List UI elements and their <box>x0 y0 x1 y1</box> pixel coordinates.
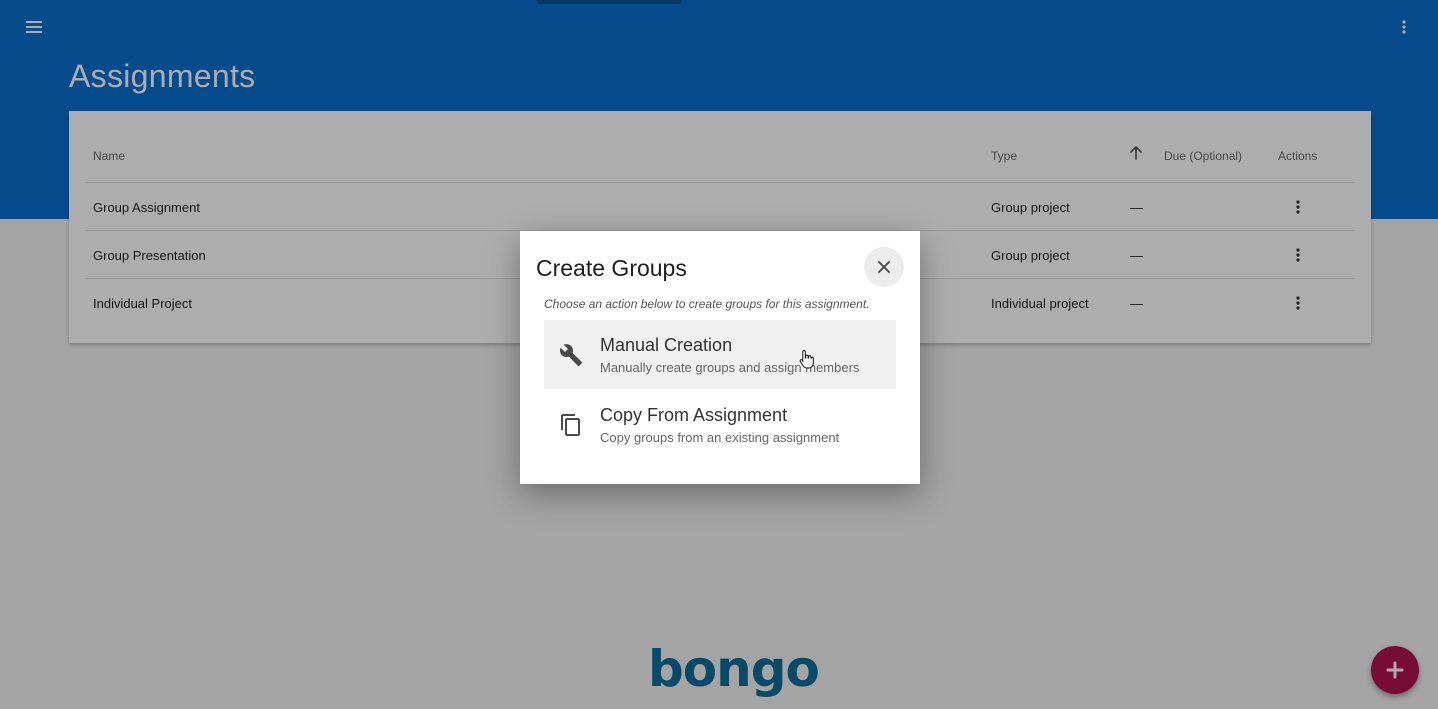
hand-cursor-icon <box>799 349 814 369</box>
manual-creation-option[interactable]: Manual Creation Manually create groups a… <box>544 320 896 389</box>
close-button[interactable] <box>864 247 904 287</box>
wrench-icon <box>558 342 584 368</box>
top-tab-indicator <box>536 0 682 4</box>
dialog-subtitle: Choose an action below to create groups … <box>544 297 870 311</box>
copy-icon <box>558 412 584 438</box>
option-description: Manually create groups and assign member… <box>600 360 860 375</box>
copy-from-assignment-option[interactable]: Copy From Assignment Copy groups from an… <box>544 390 896 459</box>
dialog-title: Create Groups <box>536 255 687 281</box>
page: Assignments Name Type Due (Optional) Act… <box>0 0 1438 709</box>
option-description: Copy groups from an existing assignment <box>600 430 840 445</box>
close-icon <box>878 261 890 273</box>
option-title: Manual Creation <box>600 335 733 355</box>
option-title: Copy From Assignment <box>600 405 788 425</box>
create-groups-dialog: Create Groups Choose an action below to … <box>520 231 920 484</box>
